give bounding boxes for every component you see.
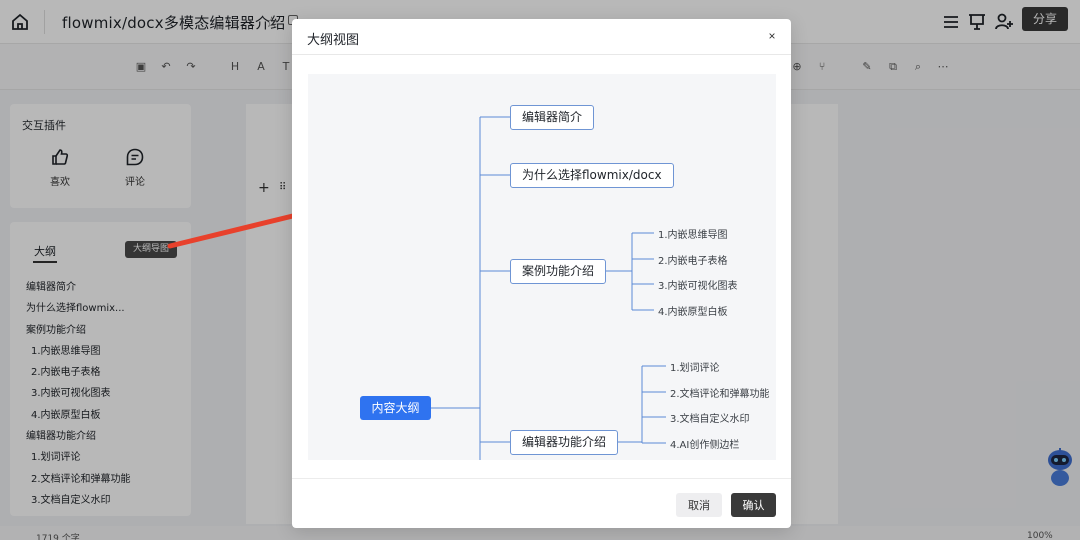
confirm-button[interactable]: 确认 [731,493,776,517]
mindmap-leaf-node[interactable]: 4.内嵌原型白板 [658,303,728,318]
mindmap-leaf-node[interactable]: 1.划词评论 [670,359,720,374]
dialog-header: 大纲视图 × [292,19,791,55]
outline-view-dialog: 大纲视图 × 内容大纲 编辑器简介为什么选择flowmix/docx 案例功能介绍… [292,19,791,528]
mindmap-leaf-node[interactable]: 3.文档自定义水印 [670,410,750,425]
dialog-title: 大纲视图 [307,33,360,48]
mindmap-branch-node[interactable]: 为什么选择flowmix/docx [510,163,674,188]
mindmap-leaf-node[interactable]: 4.AI创作侧边栏 [670,436,739,451]
dialog-footer: 取消 确认 [292,478,791,528]
close-button[interactable]: × [764,28,780,44]
mindmap-branch-node[interactable]: 案例功能介绍 [510,259,607,284]
mindmap-leaf-node[interactable]: 1.内嵌思维导图 [658,226,728,241]
mindmap-branch-node[interactable]: 编辑器功能介绍 [510,430,619,455]
mindmap-leaf-node[interactable]: 2.内嵌电子表格 [658,252,728,267]
mindmap-leaf-node[interactable]: 2.文档评论和弹幕功能 [670,385,770,400]
mindmap-leaf-node[interactable]: 3.内嵌可视化图表 [658,277,738,292]
mindmap-canvas[interactable]: 内容大纲 编辑器简介为什么选择flowmix/docx 案例功能介绍 1.内嵌思维导… [308,74,776,460]
cancel-button[interactable]: 取消 [676,493,722,517]
mindmap-root-node[interactable]: 内容大纲 [360,396,431,420]
mindmap-branch-node[interactable]: 编辑器简介 [510,105,595,130]
